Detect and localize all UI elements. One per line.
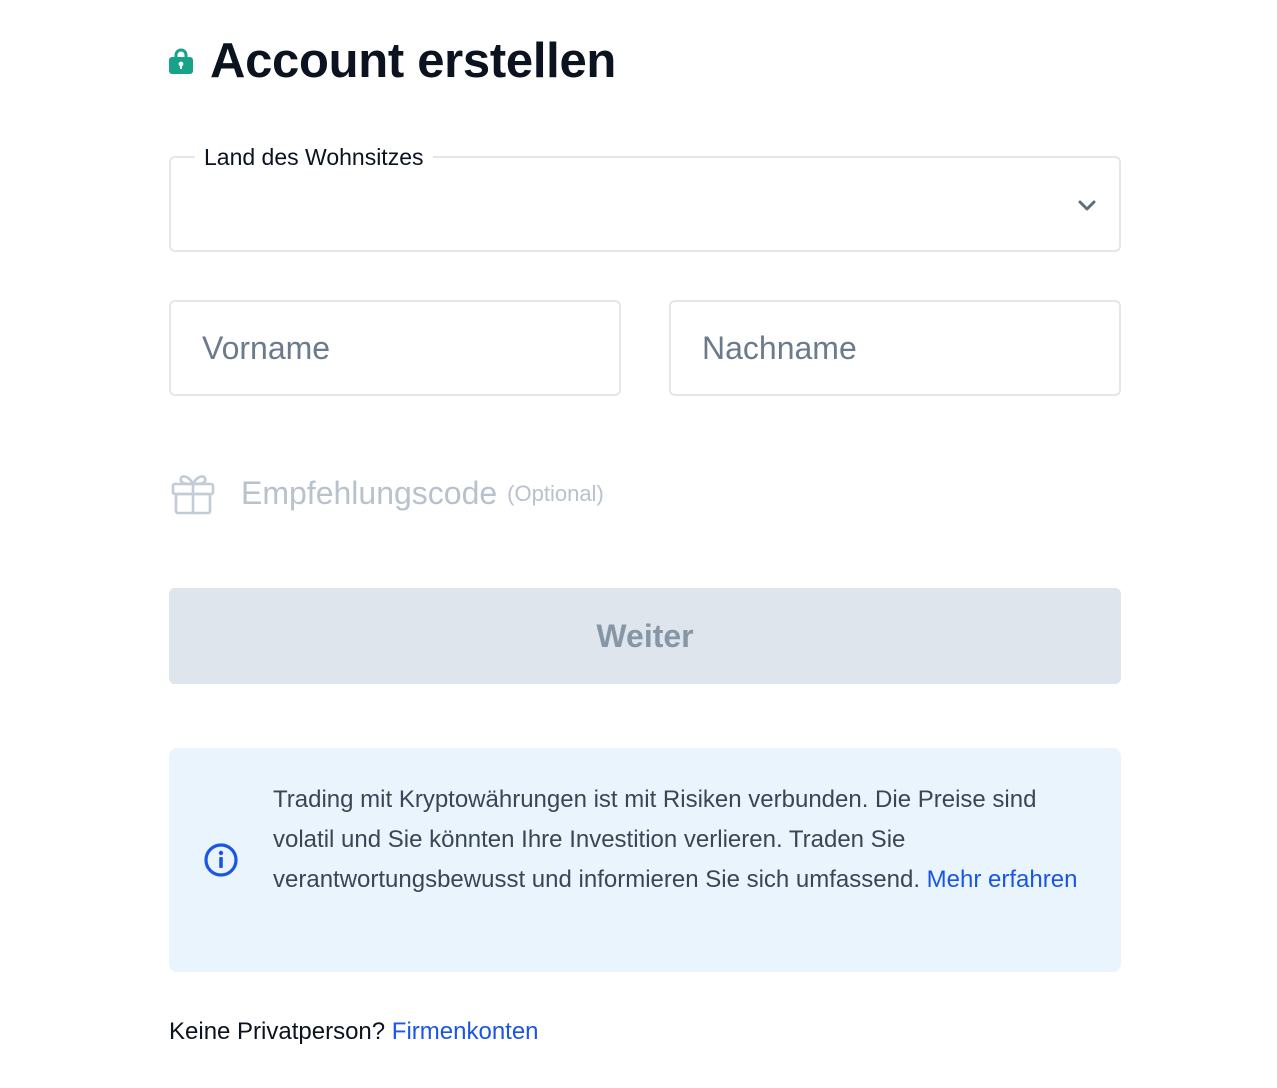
last-name-input[interactable] — [671, 302, 1119, 394]
info-icon — [203, 842, 239, 878]
referral-code-label: Empfehlungscode — [241, 474, 498, 511]
risk-notice-body: Trading mit Kryptowährungen ist mit Risi… — [273, 786, 1037, 893]
page-title: Account erstellen — [210, 34, 617, 88]
last-name-field — [669, 300, 1121, 396]
business-account-text: Keine Privatperson? — [169, 1018, 392, 1045]
country-select[interactable]: Land des Wohnsitzes — [169, 143, 1121, 252]
learn-more-link[interactable]: Mehr erfahren — [927, 866, 1078, 893]
business-account-prompt: Keine Privatperson? Firmenkonten — [169, 1014, 539, 1050]
referral-optional-hint: (Optional) — [507, 481, 604, 506]
continue-button[interactable]: Weiter — [169, 588, 1121, 684]
country-select-label: Land des Wohnsitzes — [195, 143, 433, 171]
referral-code-toggle[interactable]: Empfehlungscode (Optional) — [170, 468, 604, 518]
chevron-down-icon[interactable] — [1077, 198, 1097, 212]
lock-icon — [169, 48, 193, 74]
risk-notice-text: Trading mit Kryptowährungen ist mit Risi… — [273, 780, 1093, 900]
risk-notice: Trading mit Kryptowährungen ist mit Risi… — [169, 748, 1121, 972]
business-accounts-link[interactable]: Firmenkonten — [392, 1018, 539, 1045]
first-name-field — [169, 300, 621, 396]
first-name-input[interactable] — [171, 302, 619, 394]
gift-icon — [170, 470, 216, 516]
signup-page: Account erstellen Land des Wohnsitzes Vo… — [0, 0, 1277, 1088]
header: Account erstellen — [169, 30, 616, 92]
